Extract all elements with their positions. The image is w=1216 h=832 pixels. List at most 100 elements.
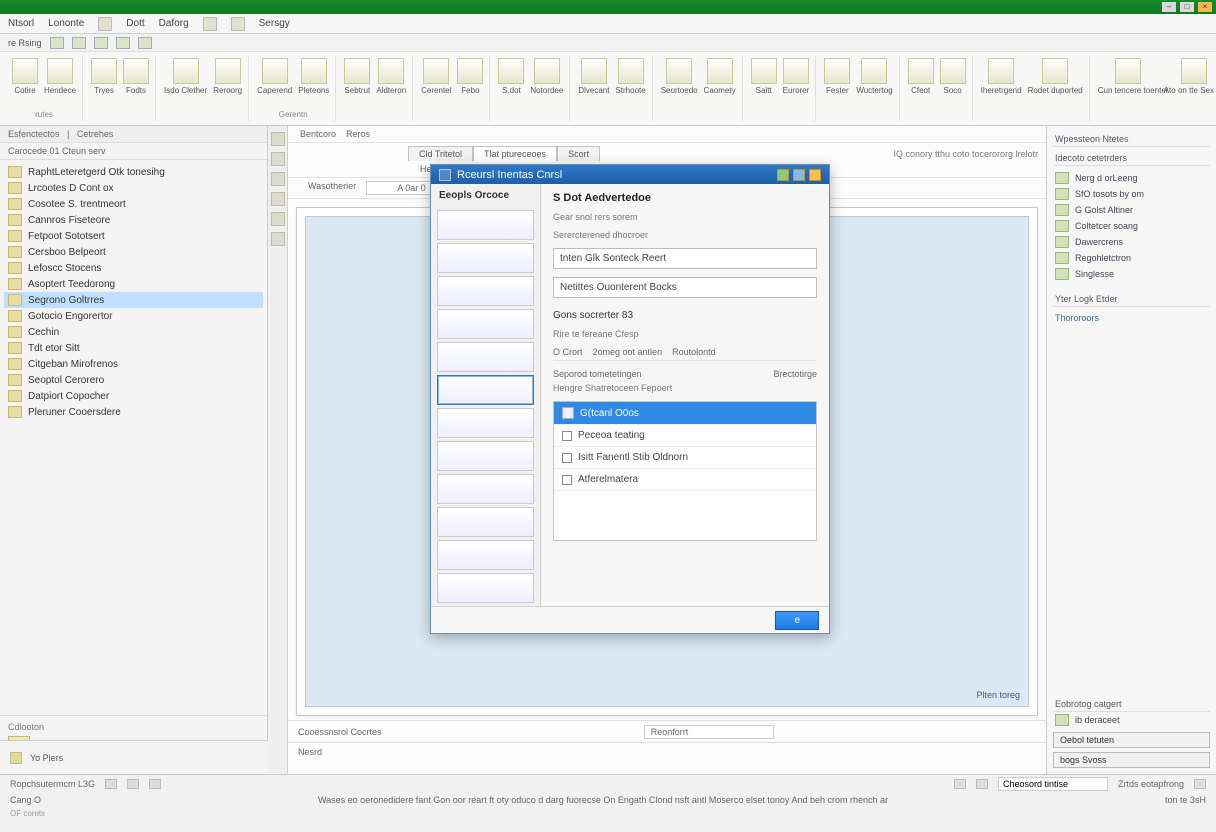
- dialog-thumbnail[interactable]: [437, 474, 534, 504]
- tree-node[interactable]: Asoptert Teedorong: [4, 276, 263, 292]
- ribbon-button[interactable]: Rodet duported: [1028, 58, 1083, 95]
- tool-button[interactable]: [271, 232, 285, 246]
- window-maximize-button[interactable]: □: [1180, 2, 1194, 12]
- doc-toolbar-item[interactable]: Bentcoro: [300, 129, 336, 139]
- dialog-list-item[interactable]: Isitt Fanentl Stib Oldnorn: [554, 447, 816, 469]
- menu-item[interactable]: Sersgy: [259, 18, 290, 29]
- dialog-subtab[interactable]: Routolontd: [672, 347, 716, 357]
- ribbon-button[interactable]: Strhoote: [615, 58, 645, 95]
- ribbon-button[interactable]: Sebtrut: [344, 58, 370, 95]
- quick-button[interactable]: [138, 37, 152, 49]
- dialog-thumbnail[interactable]: [437, 573, 534, 603]
- menu-item[interactable]: Ntsorl: [8, 18, 34, 29]
- tool-button[interactable]: [271, 172, 285, 186]
- ribbon-button[interactable]: Ato on tte Sex ecodne: [1164, 58, 1216, 95]
- ribbon-button[interactable]: Reroorg: [213, 58, 242, 95]
- tree-node[interactable]: Datpiort Copocher: [4, 388, 263, 404]
- doc-tab[interactable]: Cld Tritetol: [408, 146, 473, 161]
- dialog-thumbnail[interactable]: [437, 507, 534, 537]
- tree-node[interactable]: Lefoscc Stocens: [4, 260, 263, 276]
- dialog-thumbnail[interactable]: [437, 309, 534, 339]
- tree-node[interactable]: Tdt etor Sitt: [4, 340, 263, 356]
- status-icon[interactable]: [1194, 779, 1206, 789]
- tree-node[interactable]: Seoptol Cerorero: [4, 372, 263, 388]
- tree-node[interactable]: Pleruner Cooersdere: [4, 404, 263, 420]
- properties-item[interactable]: Dawercrens: [1053, 234, 1210, 250]
- dialog-text-field[interactable]: tnten Glk Sonteck Reert: [553, 248, 817, 269]
- window-minimize-button[interactable]: –: [1162, 2, 1176, 12]
- ribbon-button[interactable]: Aldteron: [376, 58, 406, 95]
- ribbon-button[interactable]: Soco: [940, 58, 966, 95]
- dialog-max-button[interactable]: [793, 169, 805, 181]
- tree-node[interactable]: Cannros Fiseteore: [4, 212, 263, 228]
- tree-node[interactable]: Lrcootes D Cont ox: [4, 180, 263, 196]
- dialog-subtab[interactable]: 2omeg oot antlen: [593, 347, 663, 357]
- ribbon-button[interactable]: Cfeot: [908, 58, 934, 95]
- dialog-thumbnail[interactable]: [437, 342, 534, 372]
- dialog-list-item[interactable]: Peceoa teating: [554, 425, 816, 447]
- ribbon-button[interactable]: Cerentel: [421, 58, 451, 95]
- ribbon-button[interactable]: Cotire: [12, 58, 38, 95]
- ribbon-button[interactable]: Iheretrgend: [981, 58, 1022, 95]
- properties-button[interactable]: Oebol tetuten: [1053, 732, 1210, 748]
- ribbon-button[interactable]: Seortoedo: [661, 58, 698, 95]
- properties-item[interactable]: Regohletctron: [1053, 250, 1210, 266]
- tree-node[interactable]: Fetpoot Sototsert: [4, 228, 263, 244]
- properties-item[interactable]: G Golst Altiner: [1053, 202, 1210, 218]
- dialog-thumbnail[interactable]: [437, 243, 534, 273]
- tool-button[interactable]: [271, 152, 285, 166]
- status-icon[interactable]: [127, 779, 139, 789]
- dialog-thumbnail[interactable]: [437, 540, 534, 570]
- dialog-close-button[interactable]: [809, 169, 821, 181]
- menu-item[interactable]: Lononte: [48, 18, 84, 29]
- ribbon-button[interactable]: Isdo Clether: [164, 58, 207, 95]
- quick-button[interactable]: [116, 37, 130, 49]
- ribbon-button[interactable]: S.dot: [498, 58, 524, 95]
- menu-item[interactable]: Daforg: [159, 18, 189, 29]
- tool-button[interactable]: [271, 132, 285, 146]
- dialog-listbox[interactable]: G(tcanl O0osPeceoa teatingIsitt Fanentl …: [553, 401, 817, 541]
- dialog-thumbnail[interactable]: [437, 276, 534, 306]
- dialog-thumbnail[interactable]: [437, 441, 534, 471]
- status-icon[interactable]: [976, 779, 988, 789]
- properties-button[interactable]: bogs Svoss: [1053, 752, 1210, 768]
- tree-node[interactable]: Gotocio Engorertor: [4, 308, 263, 324]
- ribbon-button[interactable]: Caperend: [257, 58, 292, 95]
- status-icon[interactable]: [954, 779, 966, 789]
- properties-link[interactable]: Thororoors: [1053, 311, 1210, 325]
- tree-node[interactable]: Cersboo Belpeort: [4, 244, 263, 260]
- palette-swatch[interactable]: [10, 752, 22, 764]
- doc-tab[interactable]: Scort: [557, 146, 600, 161]
- dialog-thumbnail[interactable]: [437, 408, 534, 438]
- dialog-thumbnail[interactable]: [437, 210, 534, 240]
- ribbon-button[interactable]: Febo: [457, 58, 483, 95]
- tree-node[interactable]: Segrono Goltrres: [4, 292, 263, 308]
- ribbon-button[interactable]: Tryes: [91, 58, 117, 95]
- doc-tab[interactable]: Tlat ptureceoes: [473, 146, 557, 161]
- menu-item[interactable]: Dott: [126, 18, 144, 29]
- dialog-thumbnail[interactable]: [437, 375, 534, 405]
- doc-toolbar-item[interactable]: Reros: [346, 129, 370, 139]
- ribbon-button[interactable]: Notordee: [530, 58, 563, 95]
- status-input[interactable]: [998, 777, 1108, 791]
- doc-footer-input[interactable]: Reonforrt: [644, 725, 774, 739]
- ribbon-button[interactable]: Eurorer: [783, 58, 810, 95]
- tree-node[interactable]: Cosotee S. trentmeort: [4, 196, 263, 212]
- ribbon-button[interactable]: Fodts: [123, 58, 149, 95]
- properties-item[interactable]: Coltetcer soang: [1053, 218, 1210, 234]
- dialog-list-item[interactable]: Atferelmatera: [554, 469, 816, 491]
- menu-icon[interactable]: [203, 17, 217, 31]
- menu-icon[interactable]: [231, 17, 245, 31]
- quick-button[interactable]: [50, 37, 64, 49]
- ribbon-button[interactable]: Hendece: [44, 58, 76, 95]
- tool-button[interactable]: [271, 192, 285, 206]
- properties-item[interactable]: Nerg d orLeeng: [1053, 170, 1210, 186]
- ribbon-button[interactable]: Wuctertog: [856, 58, 892, 95]
- status-icon[interactable]: [105, 779, 117, 789]
- properties-item[interactable]: Singlesse: [1053, 266, 1210, 282]
- dialog-list-item[interactable]: G(tcanl O0os: [554, 402, 816, 425]
- dialog-min-button[interactable]: [777, 169, 789, 181]
- ribbon-button[interactable]: Fester: [824, 58, 850, 95]
- tree-node[interactable]: Citgeban Mirofrenos: [4, 356, 263, 372]
- properties-item[interactable]: SfO tosots by om: [1053, 186, 1210, 202]
